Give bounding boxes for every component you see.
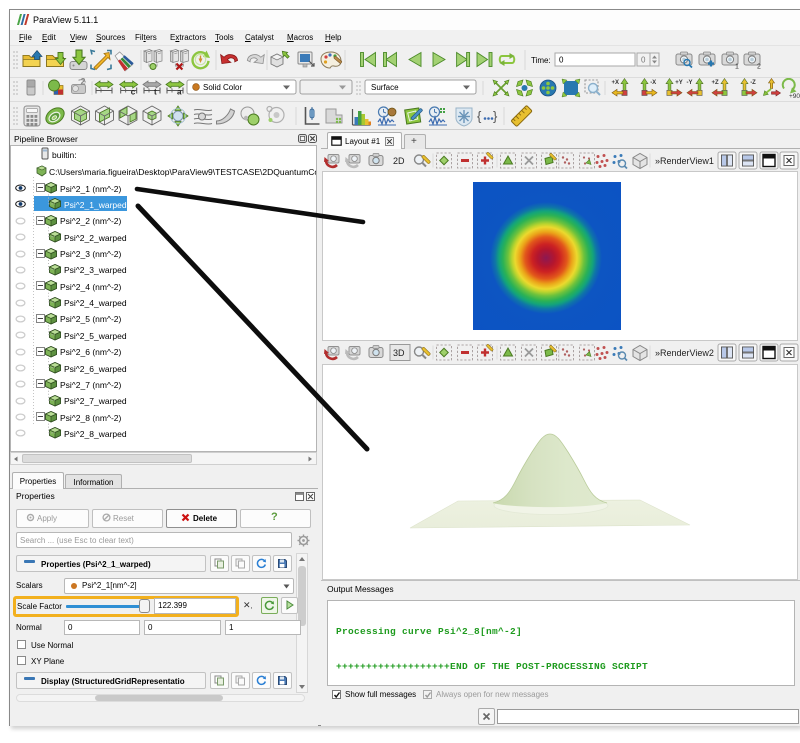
svg-text:a: a — [177, 88, 182, 97]
svg-text:+Y: +Y — [675, 80, 683, 86]
svg-text:2: 2 — [81, 78, 86, 87]
svg-text:c: c — [131, 88, 136, 97]
svg-text:-Z: -Z — [750, 80, 756, 86]
svg-text:-X: -X — [650, 80, 656, 86]
svg-text:0: 0 — [559, 56, 564, 65]
svg-text:Time:: Time: — [531, 56, 551, 65]
svg-text:Surface: Surface — [371, 83, 399, 92]
svg-text:2: 2 — [757, 64, 761, 71]
svg-text:-Y: -Y — [687, 80, 693, 86]
svg-text:»RenderView1: »RenderView1 — [655, 156, 714, 166]
svg-text:+90: +90 — [789, 93, 800, 100]
svg-text:}: } — [493, 109, 498, 124]
svg-text:2D: 2D — [393, 156, 405, 166]
svg-text:3D: 3D — [393, 348, 405, 358]
svg-text:1: 1 — [735, 64, 739, 71]
svg-text:0: 0 — [641, 56, 646, 65]
svg-text:+Z: +Z — [712, 80, 720, 86]
svg-text:»RenderView2: »RenderView2 — [655, 348, 714, 358]
svg-text:t: t — [154, 88, 157, 97]
svg-text:Solid Color: Solid Color — [203, 83, 242, 92]
svg-text:+X: +X — [612, 80, 620, 86]
svg-text:{: { — [477, 109, 482, 124]
